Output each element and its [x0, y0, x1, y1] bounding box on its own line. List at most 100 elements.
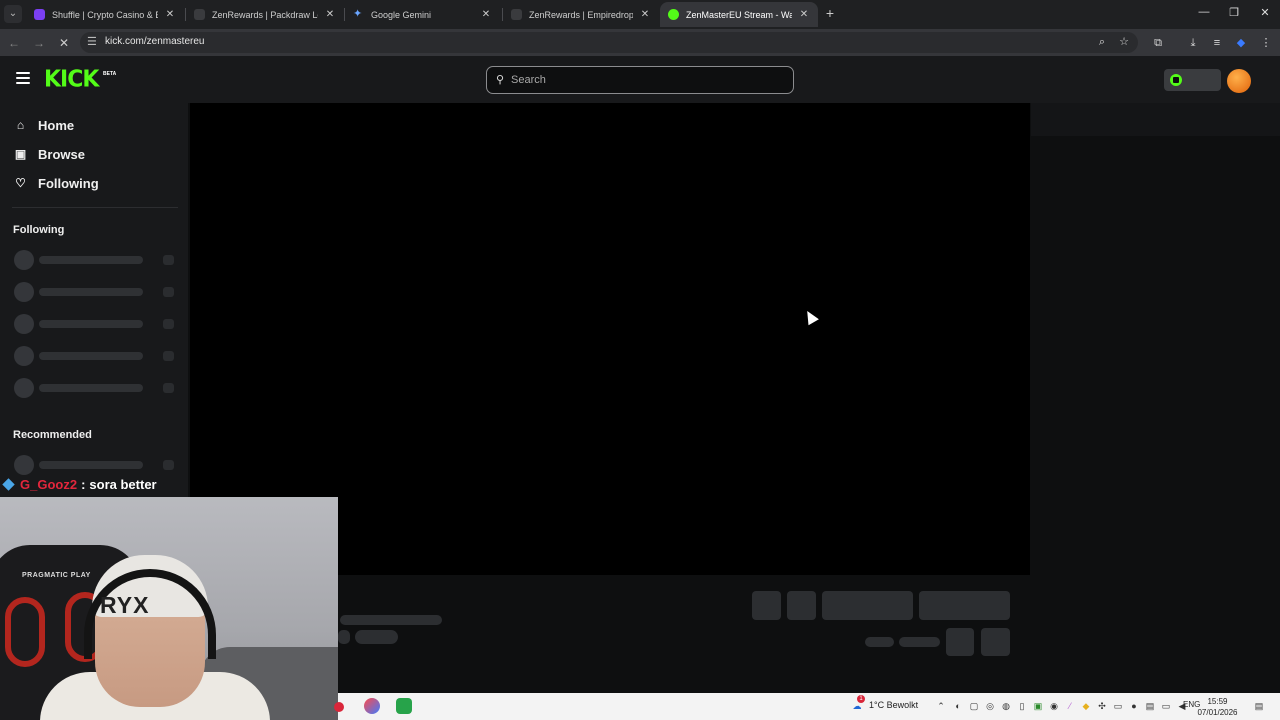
- close-tab-icon[interactable]: ✕: [164, 9, 176, 20]
- skeleton-button: [919, 591, 1010, 620]
- shuffle-favicon-icon: [34, 9, 45, 20]
- chat-message: sora better: [89, 476, 157, 492]
- skeleton-tag: [355, 630, 398, 644]
- sidebar-item-label: Browse: [38, 146, 85, 162]
- tab-title: ZenRewards | Empiredrop Leaderboard: [529, 9, 633, 20]
- stream-chat-overlay: G_Gooz2 : sora better: [2, 475, 157, 493]
- notification-center-icon[interactable]: ▤: [1253, 701, 1265, 711]
- tab-title: ZenRewards | Packdraw Leaderboard: [212, 9, 318, 20]
- close-tab-icon[interactable]: ✕: [798, 9, 810, 20]
- browser-tab[interactable]: Shuffle | Crypto Casino & Bitcoin ✕: [26, 2, 184, 27]
- zoom-icon[interactable]: ⌕: [1094, 34, 1110, 50]
- obs-taskbar-icon[interactable]: [396, 698, 412, 714]
- tray-app-icon[interactable]: ▯: [1017, 701, 1027, 711]
- skeleton-button: [981, 628, 1010, 656]
- weather-text[interactable]: 1°C Bewolkt: [869, 700, 918, 710]
- tray-app-icon[interactable]: ◉: [1049, 701, 1059, 711]
- sidebar-item-browse[interactable]: ▣ Browse: [13, 144, 85, 164]
- minimize-icon[interactable]: —: [1194, 6, 1214, 18]
- sidebar-item-label: Home: [38, 117, 75, 133]
- tray-app-icon[interactable]: ◐: [953, 701, 963, 711]
- steam-icon[interactable]: ◎: [985, 701, 995, 711]
- tab-list-button[interactable]: ⌄: [4, 5, 22, 23]
- tray-app-icon[interactable]: ▢: [969, 701, 979, 711]
- heart-icon: ♡: [15, 176, 26, 190]
- webcam-overlay: PRAGMATIC PLAY RYX: [0, 497, 338, 720]
- skeleton-channel-row: [13, 455, 175, 475]
- search-icon: ⚲: [496, 74, 505, 86]
- skeleton-title: [340, 615, 442, 625]
- stop-loading-icon[interactable]: ✕: [55, 34, 73, 52]
- tray-app-icon[interactable]: ▭: [1113, 701, 1123, 711]
- tab-title: Shuffle | Crypto Casino & Bitcoin: [52, 9, 158, 20]
- zenrewards-favicon-icon: [194, 9, 205, 20]
- site-header: KICK BETA ⚲ Search: [0, 56, 1280, 103]
- windows-taskbar: ☁ 1 1°C Bewolkt ⌃ ◐ ▢ ◎ ◍ ▯ ▣ ◉ ⁄ ◆ ✣ ▭ …: [334, 693, 1280, 720]
- chat-badge-icon: [2, 477, 15, 491]
- skeleton-button: [822, 591, 913, 620]
- hamburger-menu-icon[interactable]: [16, 72, 30, 84]
- close-tab-icon[interactable]: ✕: [639, 9, 651, 20]
- new-tab-button[interactable]: +: [823, 6, 837, 21]
- gemini-favicon-icon: ✦: [353, 8, 363, 20]
- address-bar[interactable]: ☰ kick.com/zenmastereu ⌕ ☆: [80, 32, 1138, 53]
- search-placeholder: Search: [511, 74, 546, 86]
- tab-title: ZenMasterEU Stream - Watch Live: [686, 9, 792, 20]
- zenrewards-favicon-icon: [511, 9, 522, 20]
- nvidia-icon[interactable]: ▣: [1033, 701, 1043, 711]
- kick-account-button[interactable]: [1164, 69, 1221, 91]
- tray-app-icon[interactable]: ◆: [1081, 701, 1091, 711]
- chat-separator: :: [81, 476, 86, 492]
- url-text[interactable]: kick.com/zenmastereu: [105, 36, 204, 47]
- divider: [12, 207, 178, 208]
- microphone-icon[interactable]: ●: [1129, 701, 1139, 711]
- sidebar-item-label: Following: [38, 175, 99, 191]
- skeleton-channel-row: [13, 282, 175, 302]
- clock-date: 07/01/2026: [1197, 708, 1238, 717]
- network-icon[interactable]: ▭: [1161, 701, 1171, 711]
- close-window-icon[interactable]: ✕: [1255, 6, 1275, 19]
- sidebar-item-following[interactable]: ♡ Following: [13, 173, 99, 193]
- tray-app-icon[interactable]: ✣: [1097, 701, 1107, 711]
- system-clock[interactable]: 15:59 07/01/2026: [1195, 696, 1240, 718]
- restore-icon[interactable]: ❐: [1224, 6, 1244, 19]
- close-tab-icon[interactable]: ✕: [480, 9, 492, 20]
- extensions-icon[interactable]: ⧉: [1150, 35, 1166, 51]
- chevron-up-icon[interactable]: ⌃: [936, 701, 946, 711]
- forward-icon[interactable]: →: [30, 34, 48, 52]
- beta-badge: BETA: [103, 71, 117, 77]
- chrome-taskbar-icon[interactable]: [364, 698, 380, 714]
- bookmark-star-icon[interactable]: ☆: [1116, 34, 1132, 50]
- recommended-section-title: Recommended: [13, 429, 92, 441]
- browser-toolbar: ← → ✕ ☰ kick.com/zenmastereu ⌕ ☆ ⧉ ⤓ ≡ ◆…: [0, 29, 1280, 56]
- browser-tab-active[interactable]: ZenMasterEU Stream - Watch Live ✕: [660, 2, 818, 27]
- media-controls-icon[interactable]: ≡: [1209, 35, 1225, 51]
- extension-app-icon[interactable]: ◆: [1233, 35, 1249, 51]
- kick-logo[interactable]: KICK: [44, 66, 99, 92]
- browser-tab[interactable]: ZenRewards | Empiredrop Leaderboard ✕: [503, 2, 659, 27]
- chat-username: G_Gooz2: [20, 476, 78, 492]
- browser-menu-icon[interactable]: ⋮: [1258, 35, 1274, 51]
- following-section-title: Following: [13, 224, 65, 236]
- sidebar-item-home[interactable]: ⌂ Home: [13, 115, 74, 135]
- downloads-icon[interactable]: ⤓: [1185, 35, 1201, 51]
- browser-tab[interactable]: ZenRewards | Packdraw Leaderboard ✕: [186, 2, 344, 27]
- browser-tab-bar: ⌄ Shuffle | Crypto Casino & Bitcoin ✕ Ze…: [0, 0, 1280, 29]
- browse-icon: ▣: [14, 147, 27, 161]
- site-info-icon[interactable]: ☰: [87, 35, 97, 48]
- tray-app-icon[interactable]: ◍: [1001, 701, 1011, 711]
- skeleton-button: [787, 591, 816, 620]
- skeleton-button: [946, 628, 974, 656]
- chair-logo-text: PRAGMATIC PLAY: [22, 572, 91, 579]
- browser-tab[interactable]: ✦ Google Gemini ✕: [345, 2, 500, 27]
- tray-app-icon[interactable]: ⁄: [1065, 701, 1075, 711]
- skeleton-channel-row: [13, 346, 175, 366]
- skeleton-tag: [338, 630, 350, 644]
- search-input[interactable]: ⚲ Search: [486, 66, 794, 94]
- back-icon[interactable]: ←: [5, 34, 23, 52]
- close-tab-icon[interactable]: ✕: [324, 9, 336, 20]
- avatar[interactable]: [1227, 69, 1251, 93]
- skeleton-button: [752, 591, 781, 620]
- app-icon[interactable]: [334, 702, 344, 712]
- tray-app-icon[interactable]: ▤: [1145, 701, 1155, 711]
